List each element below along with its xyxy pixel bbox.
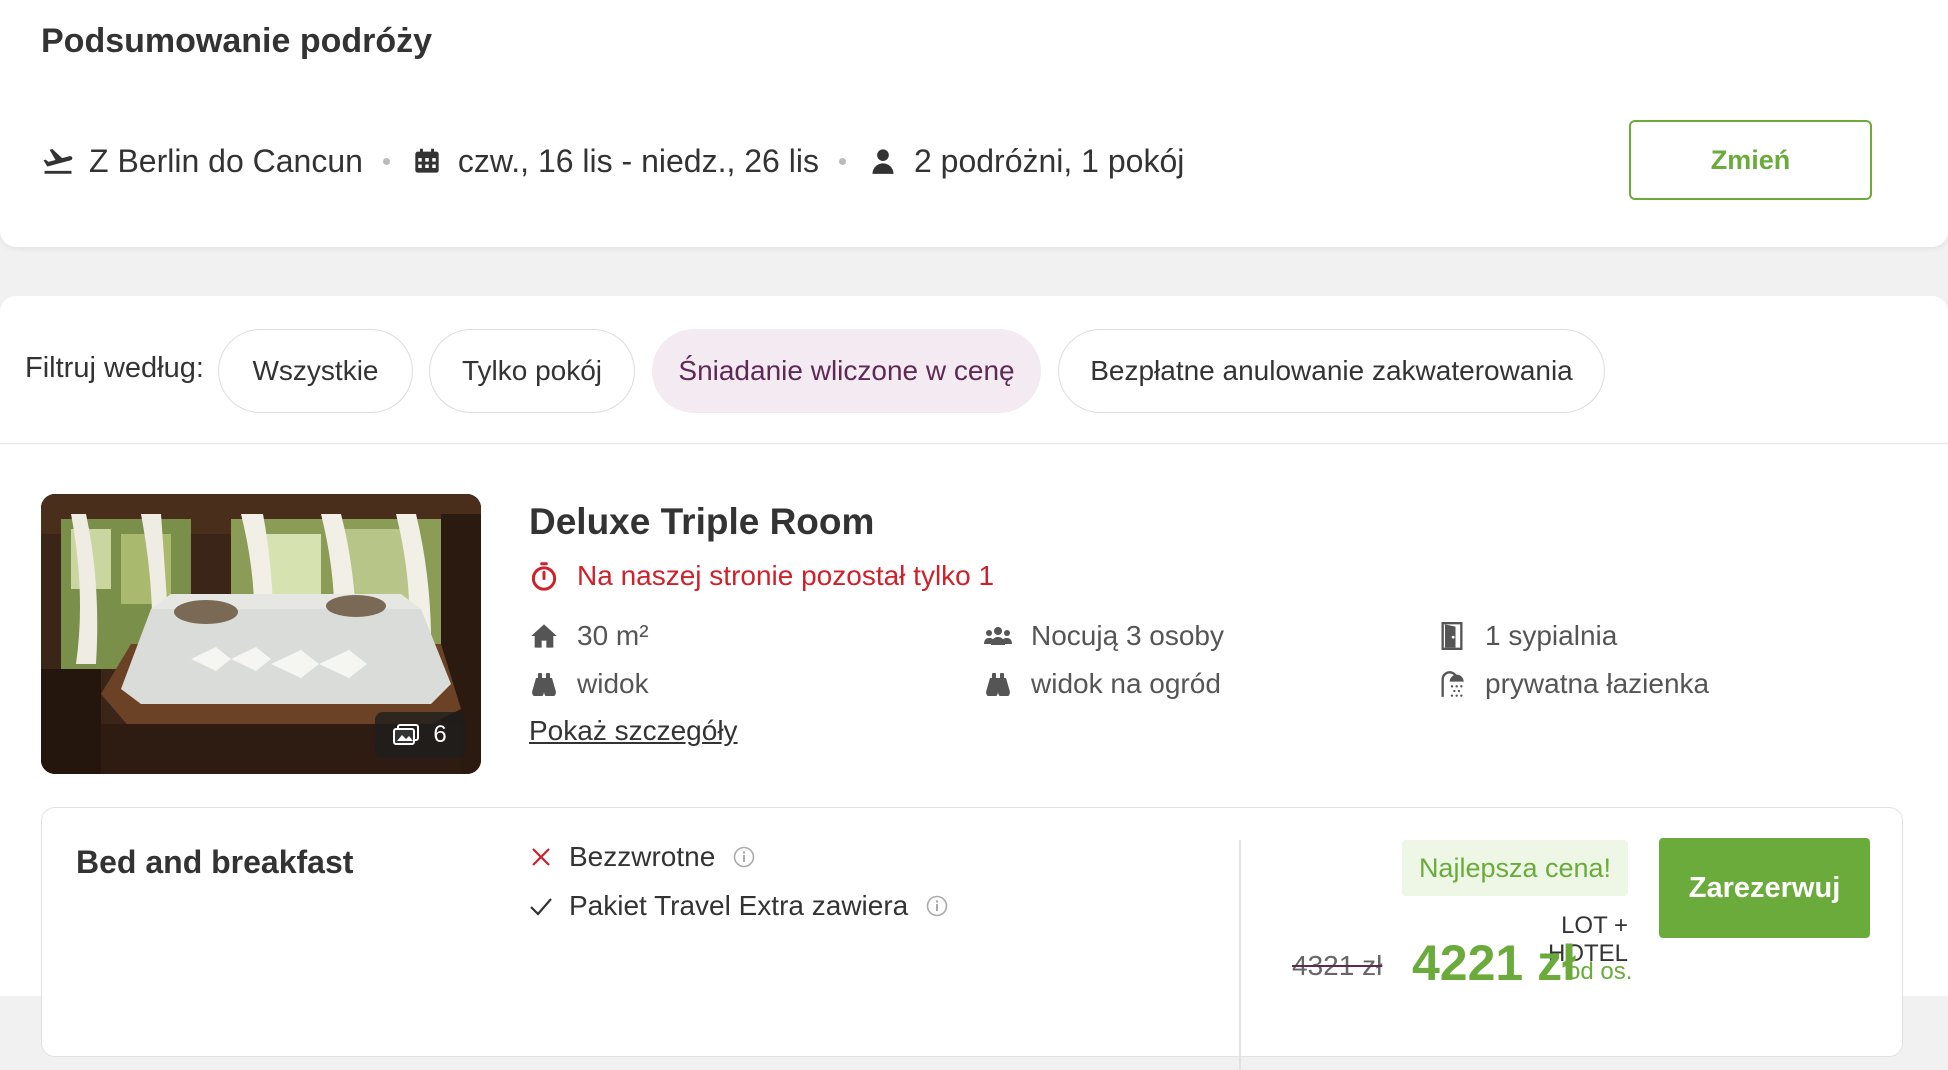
travellers-text: 2 podróżni, 1 pokój xyxy=(913,142,1185,179)
room-results-panel: Filtruj według: Wszystkie Tylko pokój Śn… xyxy=(0,296,1948,1070)
calendar-icon xyxy=(410,144,444,178)
gallery-icon xyxy=(393,724,420,746)
bedrooms-text: 1 sypialnia xyxy=(1485,620,1618,651)
route-text: Z Berlin do Cancun xyxy=(89,142,363,179)
info-icon[interactable] xyxy=(733,846,755,868)
bathroom-text: prywatna łazienka xyxy=(1485,668,1710,699)
availability-text: Na naszej stronie pozostał tylko 1 xyxy=(577,560,995,591)
show-details-link[interactable]: Pokaż szczegóły xyxy=(529,715,738,747)
room-title: Deluxe Triple Room xyxy=(529,501,875,542)
door-icon xyxy=(1437,621,1467,651)
filter-chip-breakfast[interactable]: Śniadanie wliczone w cenę xyxy=(652,329,1041,413)
filter-chip-room-only[interactable]: Tylko pokój xyxy=(429,329,635,413)
plane-takeoff-icon xyxy=(41,144,75,178)
filter-bar: Filtruj według: Wszystkie Tylko pokój Śn… xyxy=(0,296,1948,444)
offer-divider xyxy=(1239,840,1241,1070)
person-icon xyxy=(866,144,900,178)
book-button[interactable]: Zarezerwuj xyxy=(1659,838,1870,938)
separator-dot xyxy=(382,157,390,165)
garden-view-text: widok na ogród xyxy=(1031,668,1221,699)
filter-chip-all[interactable]: Wszystkie xyxy=(218,329,413,413)
availability-warning: Na naszej stronie pozostał tylko 1 xyxy=(529,560,994,592)
cross-icon xyxy=(529,845,553,869)
feature-garden-view: widok na ogród xyxy=(983,664,1221,704)
condition-nonrefundable: Bezzwrotne xyxy=(529,837,755,877)
info-icon[interactable] xyxy=(926,895,948,917)
shower-icon xyxy=(1437,669,1467,699)
feature-bathroom: prywatna łazienka xyxy=(1437,664,1709,704)
current-price: 4221 zł xyxy=(1412,935,1577,991)
condition-text: Pakiet Travel Extra zawiera xyxy=(569,890,909,921)
summary-title: Podsumowanie podróży xyxy=(41,22,433,60)
house-icon xyxy=(529,621,559,651)
room-size-text: 30 m² xyxy=(577,620,649,651)
feature-occupancy: Nocują 3 osoby xyxy=(983,616,1224,656)
filter-chip-free-cancellation[interactable]: Bezpłatne anulowanie zakwaterowania xyxy=(1058,329,1605,413)
condition-travel-extra: Pakiet Travel Extra zawiera xyxy=(529,886,948,926)
stopwatch-icon xyxy=(529,561,559,591)
separator-dot xyxy=(838,157,846,165)
filter-label: Filtruj według: xyxy=(25,352,204,384)
condition-text: Bezzwrotne xyxy=(569,841,716,872)
feature-bedrooms: 1 sypialnia xyxy=(1437,616,1617,656)
people-group-icon xyxy=(983,621,1013,651)
best-price-badge: Najlepsza cena! xyxy=(1402,840,1628,896)
change-trip-button[interactable]: Zmień xyxy=(1629,120,1872,200)
check-icon xyxy=(529,894,553,918)
binoculars-icon xyxy=(529,669,559,699)
per-person-label: od os. xyxy=(1567,958,1633,985)
dates-text: czw., 16 lis - niedz., 26 lis xyxy=(457,142,819,179)
offer-name: Bed and breakfast xyxy=(76,844,354,880)
occupancy-text: Nocują 3 osoby xyxy=(1031,620,1225,651)
view-text: widok xyxy=(577,668,649,699)
photo-count-text: 6 xyxy=(433,721,447,748)
trip-info-row: Z Berlin do Cancun czw., 16 lis - niedz.… xyxy=(41,140,1184,182)
photo-count-badge[interactable]: 6 xyxy=(375,712,465,758)
feature-room-size: 30 m² xyxy=(529,616,649,656)
binoculars-icon xyxy=(983,669,1013,699)
feature-view: widok xyxy=(529,664,649,704)
old-price: 4321 zł xyxy=(1292,950,1383,981)
room-photo[interactable]: 6 xyxy=(41,494,481,774)
trip-summary-panel: Podsumowanie podróży Z Berlin do Cancun … xyxy=(0,0,1948,247)
offer-card: Bed and breakfast Bezzwrotne Pakiet Trav… xyxy=(41,807,1903,1070)
